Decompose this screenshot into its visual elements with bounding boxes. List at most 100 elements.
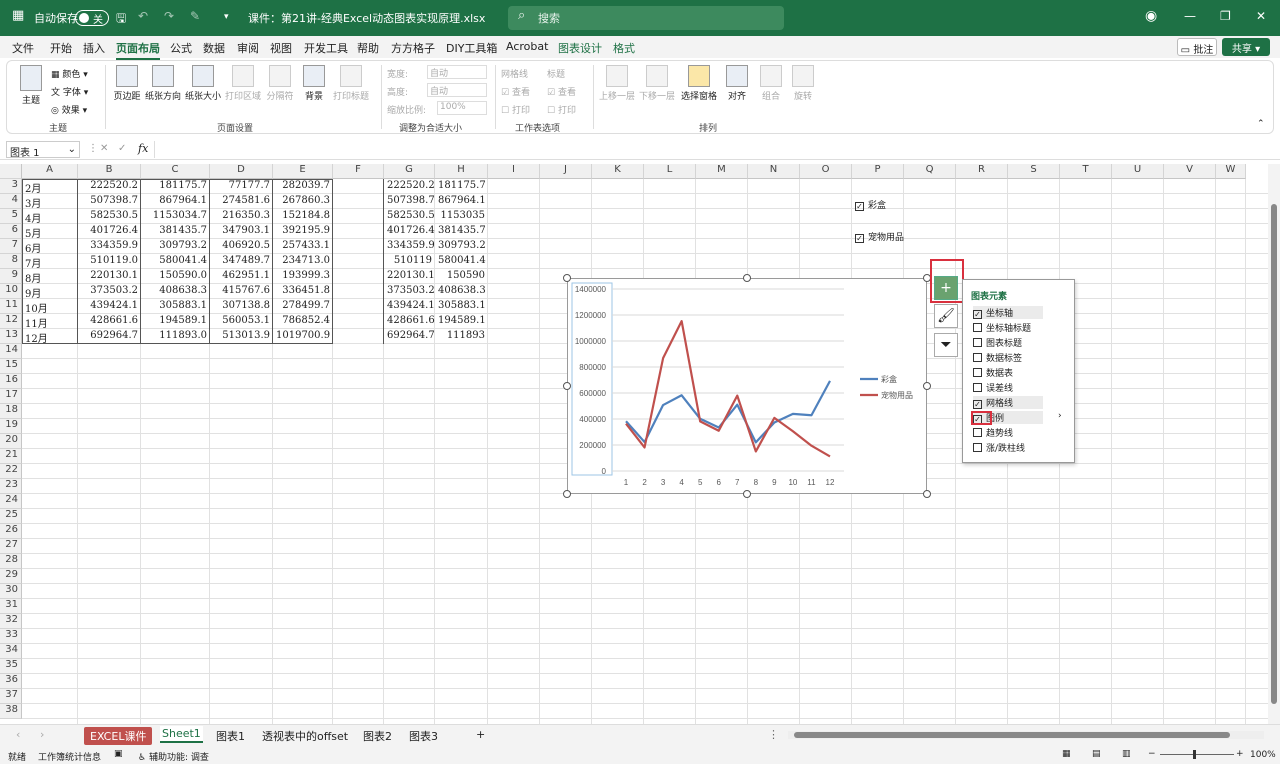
table-cell[interactable]: 309793.2 — [435, 239, 488, 254]
vertical-scrollbar[interactable] — [1268, 164, 1280, 724]
table-cell[interactable]: 3月 — [22, 194, 78, 209]
table-cell[interactable] — [333, 239, 384, 254]
formula-input[interactable] — [154, 141, 1274, 158]
table-cell[interactable]: 401726.4 — [78, 224, 141, 239]
breaks-button[interactable]: 分隔符 — [265, 65, 295, 102]
autosave-toggle[interactable]: 关 — [75, 10, 109, 26]
effects-button[interactable]: ◎ 效果 ▾ — [51, 103, 87, 116]
row-header[interactable]: 36 — [0, 674, 22, 689]
table-cell[interactable]: 786852.4 — [273, 314, 333, 329]
row-header[interactable]: 38 — [0, 704, 22, 719]
chevron-right-icon[interactable]: › — [1058, 411, 1062, 421]
sheet-tab-chart3[interactable]: 图表3 — [409, 728, 438, 744]
tab-acrobat[interactable]: Acrobat — [506, 40, 548, 53]
table-cell[interactable]: 336451.8 — [273, 284, 333, 299]
cancel-icon[interactable]: ✕ — [100, 143, 108, 154]
column-header[interactable]: U — [1112, 164, 1164, 179]
gridlines-view-checkbox[interactable]: ☑ 查看 — [501, 85, 530, 98]
checkbox-icon[interactable]: ✓ — [973, 310, 982, 319]
checkbox-icon[interactable] — [973, 353, 982, 362]
table-cell[interactable]: 220130.1 — [384, 269, 435, 284]
table-cell[interactable] — [333, 209, 384, 224]
row-header[interactable]: 19 — [0, 419, 22, 434]
table-cell[interactable] — [333, 314, 384, 329]
tab-file[interactable]: 文件 — [12, 40, 34, 56]
table-cell[interactable]: 347903.1 — [210, 224, 273, 239]
undo-icon[interactable]: ↶ — [138, 9, 148, 23]
headings-view-checkbox[interactable]: ☑ 查看 — [547, 85, 576, 98]
row-header[interactable]: 26 — [0, 524, 22, 539]
table-cell[interactable]: 334359.9 — [384, 239, 435, 254]
table-cell[interactable]: 274581.6 — [210, 194, 273, 209]
column-header[interactable]: K — [592, 164, 644, 179]
checkbox-icon[interactable] — [973, 368, 982, 377]
row-header[interactable]: 10 — [0, 284, 22, 299]
row-header[interactable]: 11 — [0, 299, 22, 314]
table-cell[interactable]: 580041.4 — [435, 254, 488, 269]
format-painter-icon[interactable]: ✎ — [190, 9, 200, 23]
row-header[interactable]: 27 — [0, 539, 22, 554]
row-header[interactable]: 4 — [0, 194, 22, 209]
table-cell[interactable]: 582530.5 — [384, 209, 435, 224]
chart-element-option[interactable]: 涨/跌柱线 — [973, 441, 1025, 454]
document-title[interactable]: 课件：第21讲-经典Excel动态图表实现原理.xlsx — [248, 10, 485, 26]
table-cell[interactable]: 373503.2 — [78, 284, 141, 299]
table-cell[interactable]: 5月 — [22, 224, 78, 239]
table-cell[interactable]: 692964.7 — [78, 329, 141, 344]
column-header[interactable]: H — [435, 164, 488, 179]
theme-button[interactable]: 主题 — [19, 65, 43, 106]
horizontal-scrollbar[interactable] — [788, 731, 1264, 739]
table-cell[interactable]: 282039.7 — [273, 179, 333, 194]
restore-icon[interactable]: ❐ — [1220, 9, 1231, 23]
column-header[interactable]: J — [540, 164, 592, 179]
table-cell[interactable]: 7月 — [22, 254, 78, 269]
table-cell[interactable]: 12月 — [22, 329, 78, 344]
table-cell[interactable]: 510119.0 — [78, 254, 141, 269]
table-cell[interactable]: 111893 — [435, 329, 488, 344]
scale-input[interactable]: 100% — [437, 101, 487, 115]
resize-handle-nw[interactable] — [563, 274, 571, 282]
table-cell[interactable]: 222520.2 — [384, 179, 435, 194]
checkbox-icon[interactable] — [973, 323, 982, 332]
table-cell[interactable]: 309793.2 — [141, 239, 210, 254]
sheet-tab-chart2[interactable]: 图表2 — [363, 728, 392, 744]
table-cell[interactable]: 692964.7 — [384, 329, 435, 344]
comment-button[interactable]: ▭ 批注 — [1177, 38, 1217, 56]
row-header[interactable]: 33 — [0, 629, 22, 644]
align-button[interactable]: 对齐 — [723, 65, 751, 102]
sheet-tab-excel[interactable]: EXCEL课件 — [84, 727, 153, 745]
row-header[interactable]: 23 — [0, 479, 22, 494]
table-cell[interactable]: 867964.1 — [435, 194, 488, 209]
row-header[interactable]: 24 — [0, 494, 22, 509]
chart-element-option[interactable]: 数据标签 — [973, 351, 1022, 364]
column-header[interactable]: O — [800, 164, 852, 179]
table-cell[interactable]: 220130.1 — [78, 269, 141, 284]
table-cell[interactable]: 216350.3 — [210, 209, 273, 224]
table-cell[interactable] — [333, 269, 384, 284]
row-header[interactable]: 6 — [0, 224, 22, 239]
resize-handle-e[interactable] — [923, 382, 931, 390]
collapse-ribbon-icon[interactable]: ⌃ — [1257, 119, 1265, 129]
table-cell[interactable]: 152184.8 — [273, 209, 333, 224]
tab-page-layout[interactable]: 页面布局 — [116, 40, 160, 60]
close-icon[interactable]: ✕ — [1256, 9, 1266, 23]
zoom-in-icon[interactable]: + — [1236, 749, 1244, 759]
resize-handle-s[interactable] — [743, 490, 751, 498]
zoom-slider[interactable] — [1160, 750, 1234, 759]
excel-icon[interactable]: ▦ — [12, 8, 24, 23]
tab-developer[interactable]: 开发工具 — [304, 40, 348, 56]
table-cell[interactable]: 111893.0 — [141, 329, 210, 344]
share-button[interactable]: 共享 ▾ — [1222, 38, 1270, 56]
chart-element-option[interactable]: ✓ 坐标轴 — [973, 306, 1043, 319]
table-cell[interactable]: 507398.7 — [78, 194, 141, 209]
tab-chart-design[interactable]: 图表设计 — [558, 40, 602, 56]
next-sheet-icon[interactable]: › — [40, 728, 44, 741]
table-cell[interactable]: 510119 — [384, 254, 435, 269]
table-cell[interactable]: 1019700.9 — [273, 329, 333, 344]
tab-data[interactable]: 数据 — [203, 40, 225, 56]
fonts-button[interactable]: 文 字体 ▾ — [51, 85, 88, 98]
column-header[interactable]: W — [1216, 164, 1246, 179]
table-cell[interactable]: 1153034.7 — [141, 209, 210, 224]
row-header[interactable]: 31 — [0, 599, 22, 614]
normal-view-icon[interactable]: ▦ — [1062, 749, 1071, 759]
